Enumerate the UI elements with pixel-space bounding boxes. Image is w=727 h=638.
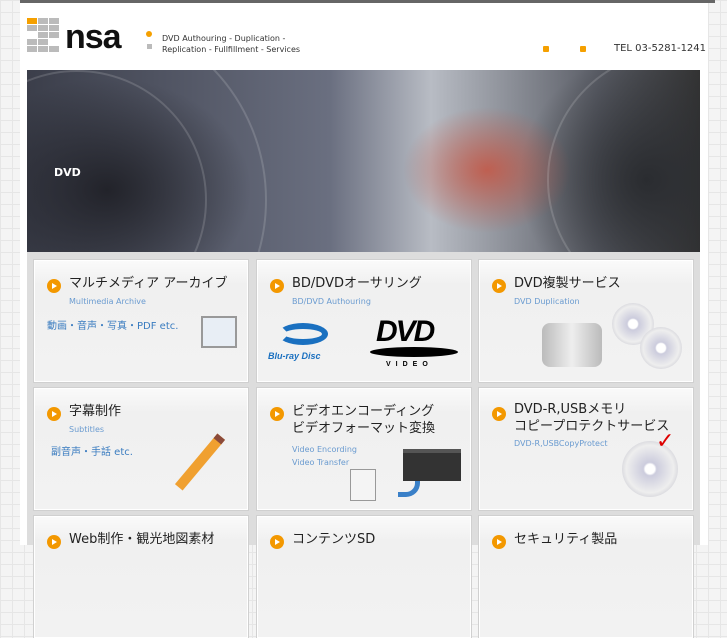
logo[interactable]: nsa	[27, 18, 152, 56]
monitor-icon	[201, 316, 237, 348]
arrow-circle-icon	[270, 407, 284, 421]
card-title: DVD-R,USBメモリコピープロテクトサービス	[514, 401, 669, 435]
arrow-circle-icon	[47, 407, 61, 421]
dvd-icon	[640, 327, 682, 369]
arrow-circle-icon	[270, 279, 284, 293]
media-file-icon	[350, 469, 376, 501]
arrow-circle-icon	[492, 535, 506, 549]
card-title: マルチメディア アーカイブ	[69, 276, 228, 291]
card-web-production[interactable]: Web制作・観光地図素材	[34, 516, 248, 638]
tagline: DVD Authouring - Duplication - Replicati…	[162, 33, 300, 55]
card-title: DVD複製サービス	[514, 276, 621, 291]
disc-stack-icon	[542, 323, 602, 367]
dvd-video-text: VIDEO	[386, 361, 433, 368]
tagline-line-2: Replication - Fullfillment - Services	[162, 45, 301, 54]
card-dvd-duplication[interactable]: DVD複製サービス DVD Duplication	[479, 260, 693, 382]
arrow-circle-icon	[492, 407, 506, 421]
logo-dot	[146, 31, 152, 37]
card-subtitle: DVD Duplication	[514, 297, 580, 306]
card-title: ビデオエンコーディング ビデオフォーマット変換	[292, 403, 435, 437]
card-title: コンテンツSD	[292, 532, 376, 547]
banner-text: DVD	[54, 166, 81, 179]
card-bd-dvd-authoring[interactable]: BD/DVDオーサリング BD/DVD Authouring Blu-ray D…	[257, 260, 471, 382]
service-cards: マルチメディア アーカイブ Multimedia Archive 動画・音声・写…	[27, 252, 700, 638]
card-title: 字幕制作	[69, 404, 122, 419]
card-subtitle: Multimedia Archive	[69, 297, 146, 306]
arrow-icon	[398, 481, 420, 497]
bluray-logo-text: Blu-ray Disc	[268, 351, 321, 361]
pencil-icon	[174, 433, 226, 491]
card-title-line-1: ビデオエンコーディング	[292, 404, 435, 419]
arrow-circle-icon	[47, 535, 61, 549]
header-link-2-icon[interactable]	[580, 46, 586, 52]
card-copy-protect[interactable]: DVD-R,USBメモリコピープロテクトサービス DVD-R,USBCopyPr…	[479, 388, 693, 510]
card-title: セキュリティ製品	[514, 532, 618, 547]
arrow-circle-icon	[492, 279, 506, 293]
logo-grid-icon	[27, 18, 59, 52]
card-subtitle: DVD-R,USBCopyProtect	[514, 439, 608, 448]
checkmark-icon: ✓	[656, 429, 675, 454]
card-video-encoding[interactable]: ビデオエンコーディング ビデオフォーマット変換 Video Encording V…	[257, 388, 471, 510]
bluray-logo-icon	[278, 323, 328, 345]
dvd-logo-text: DVD	[376, 315, 435, 348]
card-subtitles[interactable]: 字幕制作 Subtitles 副音声・手話 etc.	[34, 388, 248, 510]
card-security-products[interactable]: セキュリティ製品	[479, 516, 693, 638]
logo-text: nsa	[65, 18, 122, 56]
hero-banner: DVD	[27, 70, 700, 252]
phone-number: TEL 03-5281-1241	[614, 43, 707, 54]
card-desc: 動画・音声・写真・PDF etc.	[47, 321, 179, 332]
dvd-disc-icon	[370, 347, 458, 357]
disc-graphic	[547, 70, 700, 252]
tagline-line-1: DVD Authouring - Duplication -	[162, 34, 286, 43]
logo-square	[147, 44, 152, 49]
card-title: Web制作・観光地図素材	[69, 532, 215, 547]
card-subtitle: Video Transfer	[292, 458, 350, 467]
card-contents-sd[interactable]: コンテンツSD	[257, 516, 471, 638]
card-subtitle: Subtitles	[69, 425, 105, 434]
card-title: BD/DVDオーサリング	[292, 276, 422, 291]
arrow-circle-icon	[47, 279, 61, 293]
card-title-line-2: コピープロテクトサービス	[514, 419, 670, 434]
card-multimedia-archive[interactable]: マルチメディア アーカイブ Multimedia Archive 動画・音声・写…	[34, 260, 248, 382]
arrow-circle-icon	[270, 535, 284, 549]
card-desc: 副音声・手話 etc.	[51, 447, 133, 458]
header-link-1-icon[interactable]	[543, 46, 549, 52]
card-title-line-2: ビデオフォーマット変換	[292, 421, 436, 436]
card-title-line-1: DVD-R,USBメモリ	[514, 402, 627, 417]
card-subtitle: Video Encording	[292, 445, 357, 454]
vhs-tape-icon	[403, 449, 461, 481]
card-subtitle: BD/DVD Authouring	[292, 297, 371, 306]
